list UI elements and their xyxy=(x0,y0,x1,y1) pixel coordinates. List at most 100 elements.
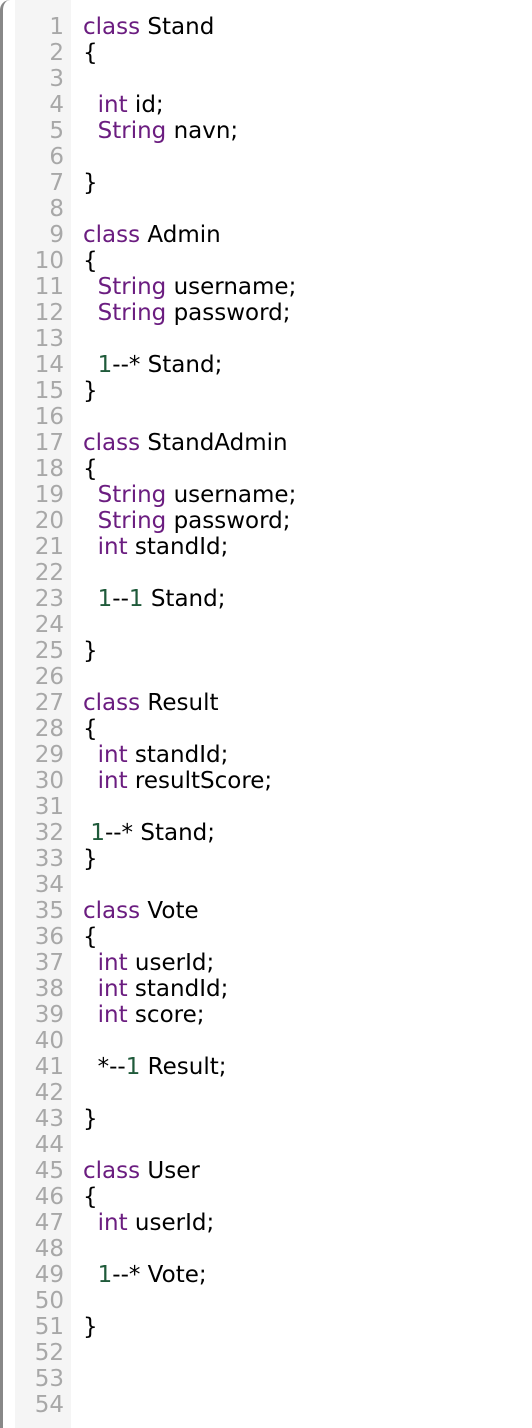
code-line[interactable]: 46 { xyxy=(3,1184,532,1210)
code-text: String password; xyxy=(83,300,291,326)
code-line[interactable]: 14 1--* Stand; xyxy=(3,352,532,378)
code-line[interactable]: 39 int score; xyxy=(3,1002,532,1028)
number-token: 1 xyxy=(97,352,113,378)
line-number: 23 xyxy=(34,586,64,612)
code-line[interactable]: 52 xyxy=(3,1340,532,1366)
code-line[interactable]: 5 String navn; xyxy=(3,118,532,144)
line-number: 13 xyxy=(34,326,64,352)
line-number: 54 xyxy=(34,1392,64,1418)
text-token: Stand xyxy=(140,14,215,40)
text-token: } xyxy=(83,170,98,196)
code-line[interactable]: 30 int resultScore; xyxy=(3,768,532,794)
line-number: 42 xyxy=(34,1080,64,1106)
code-line[interactable]: 26 xyxy=(3,664,532,690)
text-token: { xyxy=(83,456,98,482)
code-line[interactable]: 47 int userId; xyxy=(3,1210,532,1236)
code-text: int standId; xyxy=(83,534,229,560)
code-line[interactable]: 35 class Vote xyxy=(3,898,532,924)
line-number: 41 xyxy=(34,1054,64,1080)
code-line[interactable]: 42 xyxy=(3,1080,532,1106)
line-number: 39 xyxy=(34,1002,64,1028)
code-line[interactable]: 43} xyxy=(3,1106,532,1132)
code-line[interactable]: 49 1--* Vote; xyxy=(3,1262,532,1288)
code-text: { xyxy=(83,1184,98,1210)
line-number: 1 xyxy=(49,14,64,40)
text-token: -- xyxy=(112,586,129,612)
code-line[interactable]: 36 { xyxy=(3,924,532,950)
code-line[interactable]: 3 xyxy=(3,66,532,92)
code-line[interactable]: 1 class Stand xyxy=(3,14,532,40)
code-editor[interactable]: 1 class Stand 2{3 4 int id; 5 String navn; 6 7… xyxy=(0,0,532,1428)
code-line[interactable]: 40 xyxy=(3,1028,532,1054)
text-token: } xyxy=(83,378,98,404)
code-text: int id; xyxy=(83,92,164,118)
keyword-token: String xyxy=(97,118,167,144)
code-line[interactable]: 20 String password; xyxy=(3,508,532,534)
code-line[interactable]: 15} xyxy=(3,378,532,404)
code-line[interactable]: 16 xyxy=(3,404,532,430)
text-token: Result; xyxy=(140,1054,227,1080)
keyword-token: class xyxy=(83,898,141,924)
code-line[interactable]: 10 { xyxy=(3,248,532,274)
code-line[interactable]: 11 String username; xyxy=(3,274,532,300)
keyword-token: int xyxy=(97,768,128,794)
code-line[interactable]: 41 *--1 Result; xyxy=(3,1054,532,1080)
keyword-token: class xyxy=(83,430,141,456)
code-text: class StandAdmin xyxy=(83,430,288,456)
code-line[interactable]: 6 xyxy=(3,144,532,170)
code-line[interactable]: 48 xyxy=(3,1236,532,1262)
code-line[interactable]: 25} xyxy=(3,638,532,664)
code-line[interactable]: 53 xyxy=(3,1366,532,1392)
text-token: score; xyxy=(127,1002,205,1028)
line-number: 18 xyxy=(34,456,64,482)
line-number: 19 xyxy=(34,482,64,508)
code-line[interactable]: 13 xyxy=(3,326,532,352)
text-token: } xyxy=(83,846,98,872)
line-number: 44 xyxy=(34,1132,64,1158)
code-line[interactable]: 17 class StandAdmin xyxy=(3,430,532,456)
code-text: class Admin xyxy=(83,222,221,248)
code-line[interactable]: 7} xyxy=(3,170,532,196)
code-line[interactable]: 19 String username; xyxy=(3,482,532,508)
code-line[interactable]: 37 int userId; xyxy=(3,950,532,976)
code-line[interactable]: 38 int standId; xyxy=(3,976,532,1002)
code-line[interactable]: 2{ xyxy=(3,40,532,66)
code-line[interactable]: 54 xyxy=(3,1392,532,1418)
code-text: int userId; xyxy=(83,1210,215,1236)
code-line[interactable]: 12 String password; xyxy=(3,300,532,326)
code-text: int resultScore; xyxy=(83,768,273,794)
code-line[interactable]: 28 { xyxy=(3,716,532,742)
code-line[interactable]: 31 xyxy=(3,794,532,820)
code-line[interactable]: 33} xyxy=(3,846,532,872)
line-number: 4 xyxy=(49,92,64,118)
code-line[interactable]: 8 xyxy=(3,196,532,222)
code-line[interactable]: 45 class User xyxy=(3,1158,532,1184)
code-line[interactable]: 24 xyxy=(3,612,532,638)
code-line[interactable]: 21 int standId; xyxy=(3,534,532,560)
line-number: 6 xyxy=(49,144,64,170)
code-line[interactable]: 9 class Admin xyxy=(3,222,532,248)
code-lines[interactable]: 1 class Stand 2{3 4 int id; 5 String navn; 6 7… xyxy=(3,14,532,1418)
code-text: } xyxy=(83,638,98,664)
code-line[interactable]: 27 class Result xyxy=(3,690,532,716)
code-line[interactable]: 34 xyxy=(3,872,532,898)
code-line[interactable]: 4 int id; xyxy=(3,92,532,118)
code-line[interactable]: 51} xyxy=(3,1314,532,1340)
code-line[interactable]: 23 1--1 Stand; xyxy=(3,586,532,612)
code-line[interactable]: 32 1--* Stand; xyxy=(3,820,532,846)
line-number: 11 xyxy=(34,274,64,300)
code-line[interactable]: 44 xyxy=(3,1132,532,1158)
text-token: userId; xyxy=(127,950,215,976)
code-line[interactable]: 22 xyxy=(3,560,532,586)
code-line[interactable]: 18 { xyxy=(3,456,532,482)
code-line[interactable]: 50 xyxy=(3,1288,532,1314)
code-line[interactable]: 29 int standId; xyxy=(3,742,532,768)
number-token: 1 xyxy=(125,1054,141,1080)
